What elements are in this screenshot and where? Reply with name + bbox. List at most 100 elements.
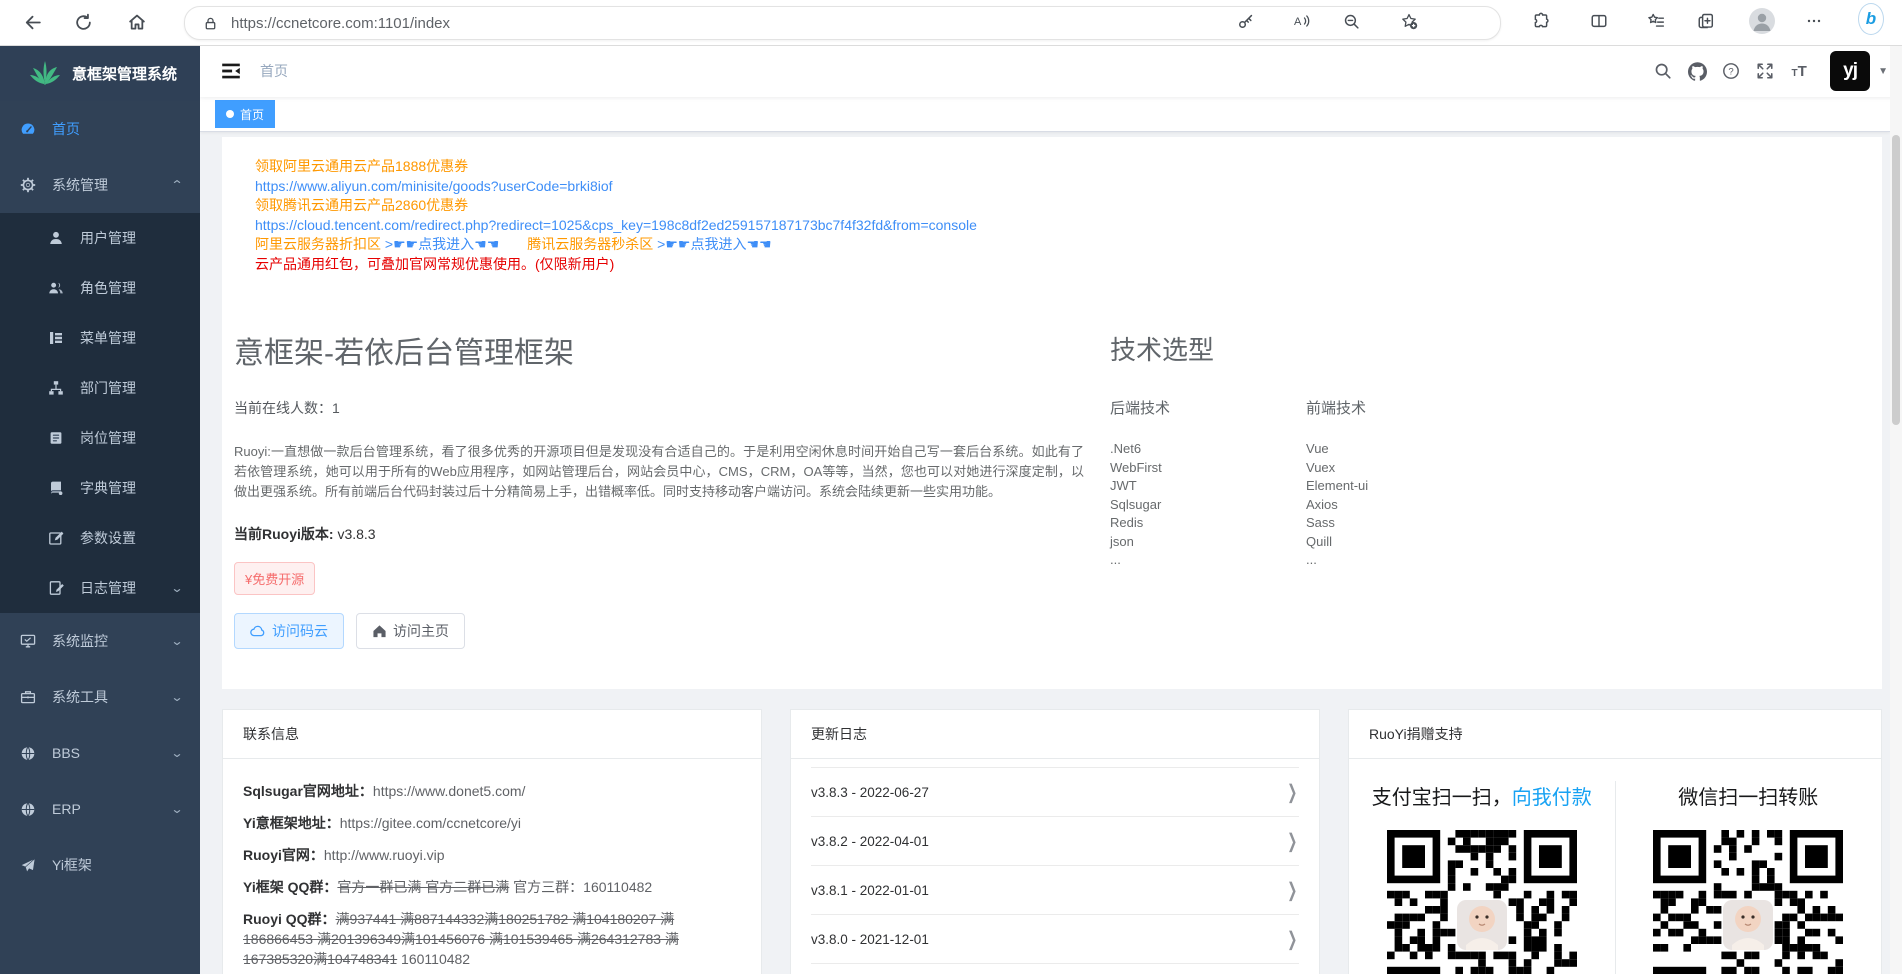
sidebar: 意框架管理系统 首页系统管理⌃用户管理角色管理菜单管理部门管理岗位管理字典管理参… [0,45,200,974]
changelog-item[interactable]: v3.8.2 - 2022-04-01❯ [811,817,1299,866]
notice-line: 云产品通用红包，可叠加官网常规优惠使用。(仅限新用户) [255,255,1858,275]
page-scrollbar[interactable] [1890,45,1902,974]
chevron-right-icon: ❯ [1288,927,1298,950]
pay-me-link[interactable]: 向我付款 [1512,787,1592,809]
notice-line: https://www.aliyun.com/minisite/goods?us… [255,177,1858,197]
scrollbar-thumb[interactable] [1892,135,1900,425]
sidebar-item-系统管理[interactable]: 系统管理 ⌃ [0,157,200,213]
contact-label: Sqlsugar官网地址： [243,783,373,799]
tree-icon [48,380,64,396]
notice-link[interactable]: >☛☛点我进入☚☚ [385,236,499,252]
font-size-icon[interactable]: TT [1782,45,1816,97]
changelog-version-label: v3.8.2 - 2022-04-01 [811,834,929,849]
sidebar-item-首页[interactable]: 首页 [0,101,200,157]
donate-heading-text: 微信扫一扫转账 [1678,787,1818,809]
donate-heading: 支付宝扫一扫，向我付款 [1372,781,1592,810]
sidebar-item-字典管理[interactable]: 字典管理 [0,463,200,513]
tech-column: 后端技术.Net6WebFirstJWTSqlsugarRedisjson... [1110,397,1306,570]
caret-down-icon[interactable]: ▼ [1878,66,1888,77]
contact-value: http://www.ruoyi.vip [324,847,445,863]
sidebar-item-label: 首页 [52,119,80,139]
profile-avatar[interactable] [1749,8,1775,34]
tag-home[interactable]: 首页 [215,100,275,128]
sidebar-item-菜单管理[interactable]: 菜单管理 [0,313,200,363]
sidebar-item-label: 部门管理 [80,378,136,398]
sidebar-item-部门管理[interactable]: 部门管理 [0,363,200,413]
wechat-qr [1653,830,1843,974]
search-icon[interactable] [1646,45,1680,97]
visit-gitee-button[interactable]: 访问码云 [234,613,344,649]
split-screen-icon[interactable] [1586,8,1612,34]
notice-text: 阿里云服务器折扣区 [255,236,385,252]
breadcrumb[interactable]: 首页 [260,61,288,81]
contact-line: Sqlsugar官网地址：https://www.donet5.com/ [243,781,741,801]
sidebar-item-系统工具[interactable]: 系统工具 ⌄ [0,669,200,725]
sidebar-item-label: 系统管理 [52,175,108,195]
sidebar-item-日志管理[interactable]: 日志管理⌄ [0,563,200,613]
visit-homepage-button[interactable]: 访问主页 [356,613,465,649]
collections-icon[interactable] [1693,8,1719,34]
favorite-add-icon[interactable] [1396,8,1422,34]
refresh-icon[interactable] [68,7,98,37]
github-icon[interactable] [1680,45,1714,97]
notice-link[interactable]: >☛☛点我进入☚☚ [657,236,771,252]
sidebar-item-参数设置[interactable]: 参数设置 [0,513,200,563]
more-icon[interactable] [1801,8,1827,34]
chevron-up-icon: ⌃ [170,178,183,192]
user-avatar[interactable]: yj [1830,51,1870,91]
tech-item: .Net6 [1110,440,1306,459]
promo-notice: 领取阿里云通用云产品1888优惠券https://www.aliyun.com/… [234,155,1858,280]
sidebar-item-用户管理[interactable]: 用户管理 [0,213,200,263]
home-icon[interactable] [122,7,152,37]
tree-table-icon [48,330,64,346]
chevron-down-icon: ⌄ [170,690,183,704]
alipay-qr [1387,830,1577,974]
lock-icon[interactable] [197,10,223,36]
help-icon[interactable]: ? [1714,45,1748,97]
notice-link[interactable]: https://www.aliyun.com/minisite/goods?us… [255,178,613,194]
home-panel: 领取阿里云通用云产品1888优惠券https://www.aliyun.com/… [222,137,1882,689]
tech-item: ... [1110,551,1306,570]
intro-buttons: 访问码云访问主页 [234,613,1086,649]
contact-label: Yi框架 QQ群： [243,879,337,895]
tags-view-bar: 首页 [200,97,1890,132]
globe-icon [20,745,36,761]
sidebar-item-Yi框架[interactable]: Yi框架 [0,837,200,893]
sidebar-item-角色管理[interactable]: 角色管理 [0,263,200,313]
notice-line: 领取阿里云通用云产品1888优惠券 [255,157,1858,177]
edit-icon [48,530,64,546]
tech-item: Vuex [1306,459,1502,478]
zoom-out-icon[interactable] [1338,8,1364,34]
sidebar-item-label: 系统工具 [52,687,108,707]
sidebar-item-岗位管理[interactable]: 岗位管理 [0,413,200,463]
extensions-icon[interactable] [1528,8,1554,34]
dashboard-icon [20,121,36,137]
paper-plane-icon [20,857,36,873]
back-icon[interactable] [16,7,46,37]
sidebar-toggle-icon[interactable] [220,60,242,82]
contact-value: https://gitee.com/ccnetcore/yi [340,815,521,831]
favorites-icon[interactable] [1643,8,1669,34]
chevron-right-icon: ❯ [1288,780,1298,803]
copilot-icon[interactable]: b [1858,6,1884,32]
read-aloud-icon[interactable]: A [1289,8,1315,34]
notice-text: 腾讯云服务器秒杀区 [527,236,657,252]
sidebar-item-系统监控[interactable]: 系统监控⌄ [0,613,200,669]
tag-active-dot [226,110,234,118]
changelog-item[interactable]: v3.8.0 - 2021-12-01❯ [811,915,1299,964]
fullscreen-icon[interactable] [1748,45,1782,97]
contact-value: 官方三群：160110482 [509,879,652,895]
changelog-item[interactable]: v3.8.3 - 2022-06-27❯ [811,768,1299,817]
sidebar-item-BBS[interactable]: BBS⌄ [0,725,200,781]
svg-text:?: ? [1729,66,1734,77]
chevron-down-icon: ⌄ [170,634,183,648]
contact-line: Ruoyi QQ群：满937441 满887144332满180251782 满… [243,909,741,969]
url-text[interactable]: https://ccnetcore.com:1101/index [231,15,450,32]
sidebar-item-ERP[interactable]: ERP⌄ [0,781,200,837]
contact-label: Ruoyi QQ群： [243,911,336,927]
notice-link[interactable]: https://cloud.tencent.com/redirect.php?r… [255,217,977,233]
sidebar-item-label: 用户管理 [80,228,136,248]
changelog-item[interactable]: v3.7.0 - 2021-09-13❯ [811,964,1299,974]
key-icon[interactable] [1232,8,1258,34]
changelog-item[interactable]: v3.8.1 - 2022-01-01❯ [811,866,1299,915]
